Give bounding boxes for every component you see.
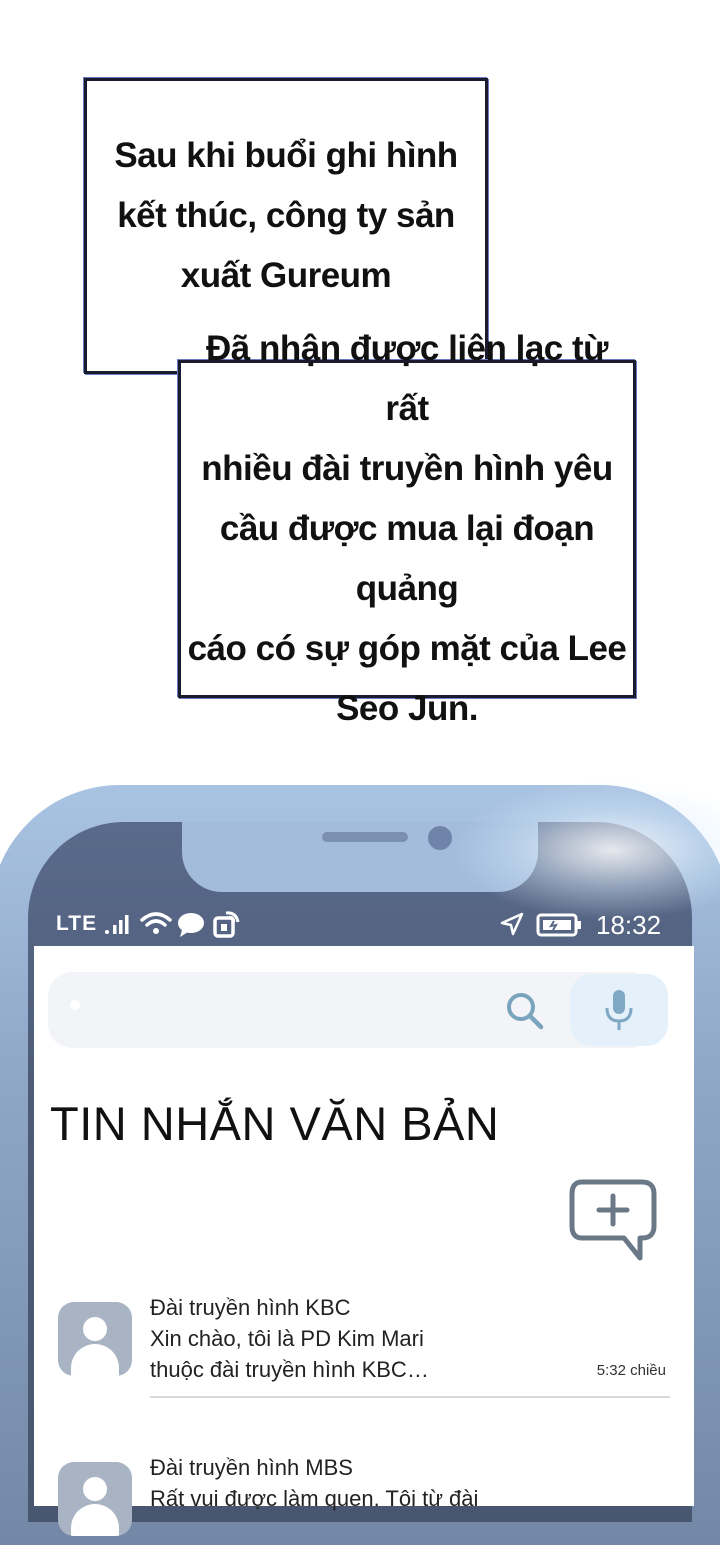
avatar-body (71, 1504, 119, 1536)
navigation-icon (500, 912, 524, 942)
message-sender: Đài truyền hình KBC (150, 1295, 351, 1320)
message-line-2: thuộc đài truyền hình KBC… (150, 1357, 429, 1382)
battery-icon (536, 912, 582, 944)
avatar (58, 1462, 132, 1536)
message-time: 5:32 chiều (596, 1362, 666, 1379)
microphone-icon (604, 988, 634, 1036)
chat-icon (176, 912, 206, 944)
status-bar: LTE 18:32 (40, 900, 690, 950)
avatar (58, 1302, 132, 1376)
message-sender: Đài truyền hình MBS (150, 1455, 353, 1480)
divider (150, 1396, 670, 1398)
message-line-1: Rất vui được làm quen. Tôi từ đài (150, 1486, 479, 1511)
narration-box-2: Đã nhận được liên lạc từ rất nhiều đài t… (178, 329, 636, 728)
search-bar[interactable] (48, 972, 654, 1048)
front-camera (428, 826, 452, 850)
network-type: LTE (56, 912, 98, 935)
message-thread[interactable]: Đài truyền hình KBC Xin chào, tôi là PD … (54, 1292, 674, 1402)
avatar-head (83, 1317, 107, 1341)
voice-search-button[interactable] (570, 974, 668, 1046)
message-preview: Đài truyền hình MBS Rất vui được làm que… (150, 1452, 478, 1514)
sync-icon (212, 910, 242, 944)
message-thread[interactable]: Đài truyền hình MBS Rất vui được làm que… (54, 1452, 674, 1562)
compose-message-icon[interactable] (568, 1178, 658, 1266)
search-icon[interactable] (504, 990, 546, 1036)
narration-text-2: Đã nhận được liên lạc từ rất nhiều đài t… (187, 329, 627, 728)
message-preview: Đài truyền hình KBC Xin chào, tôi là PD … (150, 1292, 429, 1385)
phone-speaker (322, 832, 408, 842)
avatar-body (71, 1344, 119, 1376)
clock: 18:32 (596, 910, 662, 940)
light-glare (450, 780, 720, 920)
wifi-icon (140, 910, 172, 942)
avatar-head (83, 1477, 107, 1501)
narration-text-1: Sau khi buổi ghi hình kết thúc, công ty … (114, 136, 458, 295)
signal-icon (104, 912, 134, 942)
messages-screen: TIN NHẮN VĂN BẢN Đài truyền hình KBC Xin… (34, 946, 694, 1536)
message-line-1: Xin chào, tôi là PD Kim Mari (150, 1326, 424, 1351)
search-cursor (70, 1000, 80, 1010)
page-title: TIN NHẮN VĂN BẢN (50, 1097, 500, 1150)
